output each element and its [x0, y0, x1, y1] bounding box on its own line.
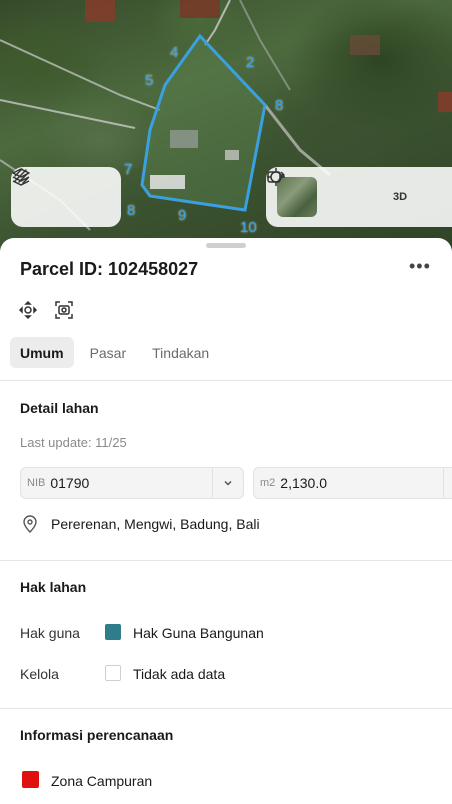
draw-lines-icon[interactable] [14, 168, 110, 213]
vertex-label: 10 [240, 219, 257, 236]
parcel-tools [16, 298, 76, 322]
manage-color-swatch [105, 665, 121, 681]
zone-color-swatch [22, 771, 39, 788]
field-separator [443, 468, 444, 498]
rotate-icon[interactable] [267, 171, 452, 213]
section-title-planning: Informasi perencanaan [20, 727, 174, 743]
address-text: Pererenan, Mengwi, Badung, Bali [51, 516, 260, 532]
divider [0, 708, 452, 709]
vertex-label: 8 [127, 202, 136, 219]
vertex-label: 8 [275, 97, 284, 114]
vertex-label: 7 [124, 161, 133, 178]
right-label: Hak guna [20, 625, 80, 641]
section-title-detail: Detail lahan [20, 400, 99, 416]
manage-label: Kelola [20, 666, 59, 682]
vertex-label: 5 [145, 72, 154, 89]
zone-text: Zona Campuran [51, 773, 153, 789]
map-view-panel: 3D [266, 167, 452, 227]
right-value: Hak Guna Bangunan [133, 625, 264, 641]
manage-value: Tidak ada data [133, 666, 226, 682]
last-update-text: Last update: 11/25 [20, 435, 127, 450]
crosshair-icon[interactable] [267, 168, 364, 213]
area-value: 2,130.0 [280, 475, 327, 491]
area-prefix: m2 [260, 477, 276, 489]
vertex-label: 2 [246, 54, 255, 71]
page-title: Parcel ID: 102458027 [20, 259, 199, 279]
section-title-rights: Hak lahan [20, 579, 87, 595]
nib-prefix: NIB [27, 477, 46, 489]
divider [0, 560, 452, 561]
recenter-icon[interactable] [16, 298, 40, 322]
vertex-label: 9 [178, 207, 187, 224]
nib-select[interactable]: NIB 01790 [20, 467, 244, 499]
parcel-detail-sheet: Parcel ID: 102458027 ••• Umum Pasar Tind… [0, 238, 452, 804]
tab-bar: Umum Pasar Tindakan [10, 337, 219, 368]
tab-tindakan[interactable]: Tindakan [142, 337, 219, 368]
map-tools-panel [11, 167, 121, 227]
nib-value: 01790 [50, 475, 90, 491]
tab-pasar[interactable]: Pasar [80, 337, 137, 368]
divider [0, 380, 452, 381]
right-color-swatch [105, 624, 121, 640]
area-field[interactable]: m2 2,130.0 [253, 467, 452, 499]
vertex-label: 4 [170, 44, 179, 61]
tab-umum[interactable]: Umum [10, 337, 74, 368]
camera-scan-icon[interactable] [52, 298, 76, 322]
map-view[interactable]: 4 5 2 8 7 8 9 10 3D [0, 0, 452, 260]
chevron-down-icon[interactable] [212, 468, 243, 498]
location-pin-icon [22, 515, 38, 538]
more-options-icon[interactable]: ••• [409, 256, 431, 277]
sheet-drag-handle[interactable] [206, 243, 246, 248]
three-d-button[interactable]: 3D [384, 181, 416, 213]
